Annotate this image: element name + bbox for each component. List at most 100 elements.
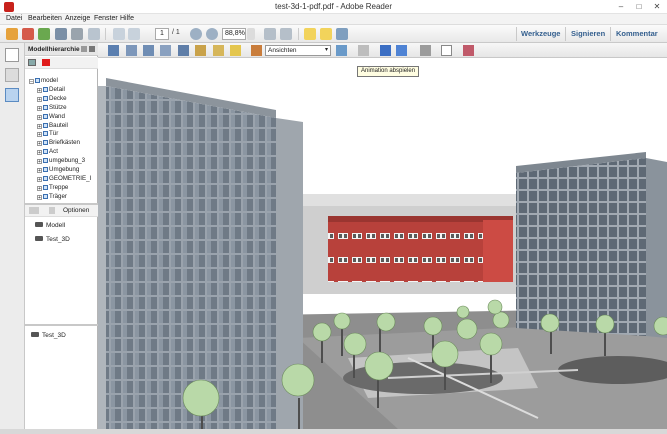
expand-icon[interactable]: + (37, 159, 42, 165)
spin-icon[interactable] (126, 45, 137, 56)
menu-fenster[interactable]: Fenster (94, 15, 118, 22)
background-color-icon[interactable] (420, 45, 431, 56)
expand-icon[interactable]: + (37, 114, 42, 120)
tree-item[interactable]: + GEOMETRIE_I (37, 175, 91, 182)
fly-icon[interactable] (195, 45, 206, 56)
tree-item[interactable]: + umgebung_3 (37, 157, 85, 165)
cloud-icon[interactable] (38, 28, 50, 40)
zoom-input[interactable]: 88,8% (222, 28, 246, 40)
tree-item[interactable]: – model (29, 77, 58, 85)
open-folder-icon[interactable] (6, 28, 18, 40)
tree-item[interactable]: + Stütze (37, 104, 67, 111)
fullscreen-icon[interactable] (280, 28, 292, 40)
attachments-icon[interactable] (5, 68, 19, 82)
3d-viewport[interactable] (98, 58, 667, 429)
tree-item[interactable]: + Briefkästen (37, 139, 80, 147)
menu-anzeige[interactable]: Anzeige (65, 15, 90, 22)
tree-item[interactable]: + Bauteil (37, 122, 68, 129)
sign-link[interactable]: Signieren (571, 29, 605, 38)
save-icon[interactable] (55, 28, 67, 40)
email-icon[interactable] (88, 28, 100, 40)
expand-icon[interactable]: + (37, 168, 42, 174)
animation-icon[interactable] (336, 45, 347, 56)
view-item-test3d[interactable]: Test_3D (35, 236, 70, 243)
expand-icon[interactable]: + (37, 123, 42, 129)
tree-item[interactable]: + Detail (37, 86, 65, 93)
visibility-checkbox[interactable] (43, 158, 48, 164)
visibility-checkbox[interactable] (43, 113, 48, 119)
visibility-checkbox[interactable] (43, 140, 48, 146)
tree-item[interactable]: + Träger (37, 193, 67, 200)
walk-icon[interactable] (178, 45, 189, 56)
expand-icon[interactable]: + (37, 194, 42, 200)
tools-link[interactable]: Werkzeuge (521, 29, 560, 38)
print-icon[interactable] (71, 28, 83, 40)
rotate-icon[interactable] (108, 45, 119, 56)
color-swatch[interactable] (42, 59, 50, 66)
visibility-checkbox[interactable] (43, 131, 48, 137)
add-view-icon[interactable] (29, 207, 39, 214)
fit-page-icon[interactable] (264, 28, 276, 40)
tree-item[interactable]: + Tür (37, 130, 58, 138)
views-dropdown[interactable]: Ansichten ▾ (265, 45, 331, 56)
zoom-dropdown-icon[interactable] (247, 28, 255, 40)
sign-icon[interactable] (336, 28, 348, 40)
options-menu[interactable]: Optionen (63, 207, 89, 214)
create-pdf-icon[interactable] (22, 28, 34, 40)
visibility-checkbox[interactable] (43, 95, 48, 101)
collapse-panel-icon[interactable] (89, 46, 95, 52)
expand-icon[interactable]: + (37, 176, 42, 182)
pan-icon[interactable] (143, 45, 154, 56)
page-thumbnails-icon[interactable] (5, 48, 19, 62)
zoom-3d-icon[interactable] (160, 45, 171, 56)
expand-icon[interactable]: + (37, 132, 42, 138)
expand-icon[interactable]: + (37, 150, 42, 156)
visibility-checkbox[interactable] (43, 86, 48, 92)
play-icon[interactable] (358, 45, 369, 56)
highlight-icon[interactable] (320, 28, 332, 40)
menu-datei[interactable]: Datei (6, 15, 22, 22)
tree-item[interactable]: + Wand (37, 113, 65, 120)
collapse-icon[interactable]: – (29, 79, 34, 85)
next-page-icon[interactable] (128, 28, 140, 40)
tree-item[interactable]: + Umgebung (37, 166, 79, 174)
visibility-checkbox[interactable] (43, 104, 48, 110)
expand-icon[interactable]: + (37, 105, 42, 111)
render-mode-icon[interactable] (380, 45, 391, 56)
expand-icon[interactable]: + (37, 185, 42, 191)
menu-bearbeiten[interactable]: Bearbeiten (28, 15, 62, 22)
visibility-checkbox[interactable] (43, 122, 48, 128)
splitter[interactable] (25, 324, 98, 326)
visibility-checkbox[interactable] (43, 149, 48, 155)
minimize-button[interactable]: – (612, 1, 630, 12)
lighting-icon[interactable] (396, 45, 407, 56)
visibility-checkbox[interactable] (43, 184, 48, 190)
zoom-in-icon[interactable] (206, 28, 218, 40)
cross-section-icon[interactable] (441, 45, 452, 56)
comment-icon[interactable] (304, 28, 316, 40)
tree-item[interactable]: + Decke (37, 95, 67, 102)
home-view-icon[interactable] (251, 45, 262, 56)
expand-icon[interactable]: + (37, 87, 42, 93)
maximize-button[interactable]: □ (630, 1, 648, 12)
panel-options-icon[interactable] (81, 46, 87, 52)
zoom-out-icon[interactable] (190, 28, 202, 40)
view-item-modell[interactable]: Modell (35, 222, 65, 229)
camera-properties-icon[interactable] (213, 45, 224, 56)
selected-view-item[interactable]: Test_3D (31, 332, 66, 339)
measure-icon[interactable] (230, 45, 241, 56)
menu-hilfe[interactable]: Hilfe (120, 15, 134, 22)
page-number-input[interactable]: 1 (155, 28, 169, 40)
close-button[interactable]: ✕ (648, 1, 666, 12)
visibility-checkbox[interactable] (43, 167, 48, 172)
tree-options-icon[interactable] (28, 59, 36, 66)
expand-icon[interactable]: + (37, 96, 42, 102)
tree-item[interactable]: + Treppe (37, 184, 68, 191)
delete-view-icon[interactable] (49, 207, 55, 214)
visibility-checkbox[interactable] (35, 78, 40, 83)
model-tree-icon[interactable] (5, 88, 19, 102)
tree-item[interactable]: + Act (37, 148, 58, 156)
visibility-checkbox[interactable] (43, 175, 48, 181)
visibility-checkbox[interactable] (43, 193, 48, 199)
comment-3d-icon[interactable] (463, 45, 474, 56)
